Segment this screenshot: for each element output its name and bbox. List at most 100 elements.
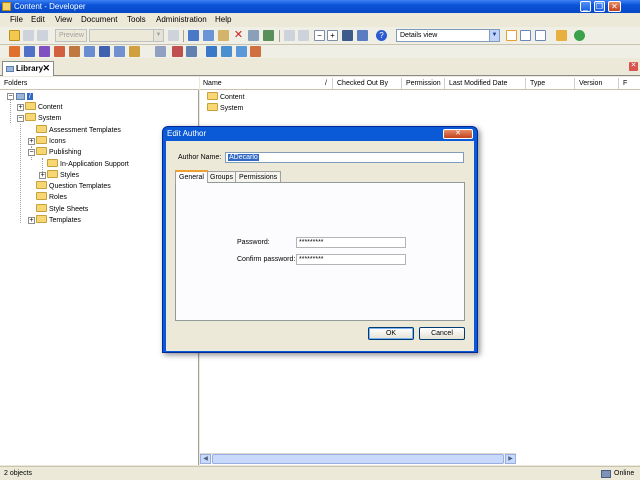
menu-help[interactable]: Help — [215, 15, 231, 24]
check-in-icon[interactable] — [206, 46, 217, 57]
check-out-icon[interactable] — [221, 46, 232, 57]
save-all-icon[interactable] — [37, 30, 48, 41]
save-icon[interactable] — [23, 30, 34, 41]
copy-icon[interactable] — [203, 30, 214, 41]
new-package-icon[interactable] — [84, 46, 95, 57]
new-topic-icon[interactable] — [54, 46, 65, 57]
new-section-icon[interactable] — [39, 46, 50, 57]
column-header-checked-out-by[interactable]: Checked Out By — [334, 77, 388, 90]
column-header-last-modified-date[interactable]: Last Modified Date — [446, 77, 507, 90]
tree-expand-icons[interactable]: + — [28, 138, 35, 145]
author-name-field[interactable]: ADecarlo — [225, 152, 464, 163]
close-window-button[interactable]: ✕ — [608, 1, 621, 12]
binoculars-icon[interactable] — [342, 30, 353, 41]
close-pane-icon[interactable]: ✕ — [629, 62, 638, 71]
password-field[interactable]: ********* — [296, 237, 406, 248]
zoom-out-icon[interactable]: − — [314, 30, 325, 41]
menu-tools[interactable]: Tools — [127, 15, 146, 24]
dialog-close-button[interactable]: ✕ — [443, 129, 473, 139]
list-item[interactable]: Content — [207, 92, 245, 103]
password-label: Password: — [237, 239, 270, 246]
tree-item-system[interactable]: System — [25, 113, 61, 124]
new-module-icon[interactable] — [24, 46, 35, 57]
paste-icon[interactable] — [218, 30, 229, 41]
tree-item-label: Content — [38, 104, 63, 111]
scroll-right-icon[interactable]: ▶ — [505, 454, 516, 464]
tree-root[interactable]: / — [16, 91, 33, 102]
record-icon[interactable] — [172, 46, 183, 57]
tree-item-in-application-support[interactable]: In-Application Support — [47, 159, 129, 170]
tree-item-roles[interactable]: Roles — [36, 192, 67, 203]
properties-icon[interactable] — [248, 30, 259, 41]
tree-collapse-root[interactable]: − — [7, 93, 14, 100]
tree-item-publishing[interactable]: Publishing — [36, 147, 81, 158]
find-icon[interactable] — [263, 30, 274, 41]
tree-collapse-system[interactable]: − — [17, 115, 24, 122]
close-icon[interactable]: ✕ — [42, 62, 50, 75]
tree-item-styles[interactable]: Styles — [47, 170, 79, 181]
list-item[interactable]: System — [207, 103, 243, 114]
redo-icon[interactable] — [298, 30, 309, 41]
menu-file[interactable]: File — [10, 15, 23, 24]
column-header-f[interactable]: F — [620, 77, 627, 90]
upload-icon[interactable] — [236, 46, 247, 57]
scrollbar-thumb[interactable] — [212, 454, 504, 464]
tree-expand-styles[interactable]: + — [39, 172, 46, 179]
insert-icon[interactable] — [155, 46, 166, 57]
delete-icon[interactable]: ✕ — [233, 30, 244, 41]
list-item-label: Content — [220, 94, 245, 101]
tree-item-question-templates[interactable]: Question Templates — [36, 181, 111, 192]
tree-item-style-sheets[interactable]: Style Sheets — [36, 204, 88, 215]
tab-library[interactable]: Library ✕ — [2, 61, 54, 76]
refresh-icon[interactable] — [574, 30, 585, 41]
new-assessment-icon[interactable] — [129, 46, 140, 57]
undo-icon[interactable] — [284, 30, 295, 41]
preview-combo[interactable]: ▼ — [89, 29, 164, 42]
zoom-in-icon[interactable]: + — [327, 30, 338, 41]
menu-view[interactable]: View — [55, 15, 72, 24]
column-header-permission[interactable]: Permission — [403, 77, 441, 90]
horizontal-scrollbar[interactable]: ◀ ▶ — [200, 453, 516, 464]
new-glossary-icon[interactable] — [69, 46, 80, 57]
help-icon[interactable]: ? — [376, 30, 387, 41]
ok-button[interactable]: OK — [368, 327, 414, 340]
publish-icon[interactable] — [186, 46, 197, 57]
tree-expand-templates[interactable]: + — [28, 217, 35, 224]
tree-item-templates[interactable]: Templates — [36, 215, 81, 226]
menu-edit[interactable]: Edit — [31, 15, 45, 24]
restore-button[interactable]: ❐ — [594, 1, 605, 12]
chevron-down-icon: ▼ — [153, 30, 163, 41]
tree-collapse-publishing[interactable]: − — [28, 149, 35, 156]
preview-button[interactable]: Preview — [55, 29, 87, 42]
confirm-password-field[interactable]: ********* — [296, 254, 406, 265]
scroll-left-icon[interactable]: ◀ — [200, 454, 211, 464]
properties-pane-icon[interactable] — [556, 30, 567, 41]
tree-item-assessment-templates[interactable]: Assessment Templates — [36, 125, 121, 136]
cancel-button[interactable]: Cancel — [419, 327, 465, 340]
new-question-icon[interactable] — [114, 46, 125, 57]
password-value: ********* — [299, 239, 324, 246]
new-web-page-icon[interactable] — [99, 46, 110, 57]
tree-item-content[interactable]: Content — [25, 102, 63, 113]
check-icon[interactable] — [357, 30, 368, 41]
open-folder-icon[interactable] — [9, 30, 20, 41]
list-view-icon[interactable] — [520, 30, 531, 41]
new-document-icon[interactable] — [9, 46, 20, 57]
column-header-version[interactable]: Version — [576, 77, 602, 90]
cut-icon[interactable] — [188, 30, 199, 41]
menu-administration[interactable]: Administration — [156, 15, 207, 24]
view-combo[interactable]: Details view ▼ — [396, 29, 500, 42]
tree-expand-content[interactable]: + — [17, 104, 24, 111]
column-separator — [525, 78, 526, 89]
print-icon[interactable] — [168, 30, 179, 41]
minimize-button[interactable]: _ — [580, 1, 591, 12]
status-online: Online — [614, 470, 635, 477]
menu-document[interactable]: Document — [81, 15, 117, 24]
history-icon[interactable] — [250, 46, 261, 57]
split-view-icon[interactable] — [535, 30, 546, 41]
column-header-type[interactable]: Type — [527, 77, 545, 90]
tab-general[interactable]: General — [175, 170, 208, 183]
tree-item-icons[interactable]: Icons — [36, 136, 66, 147]
column-header-name[interactable]: Name — [200, 77, 222, 90]
details-view-icon[interactable] — [506, 30, 517, 41]
